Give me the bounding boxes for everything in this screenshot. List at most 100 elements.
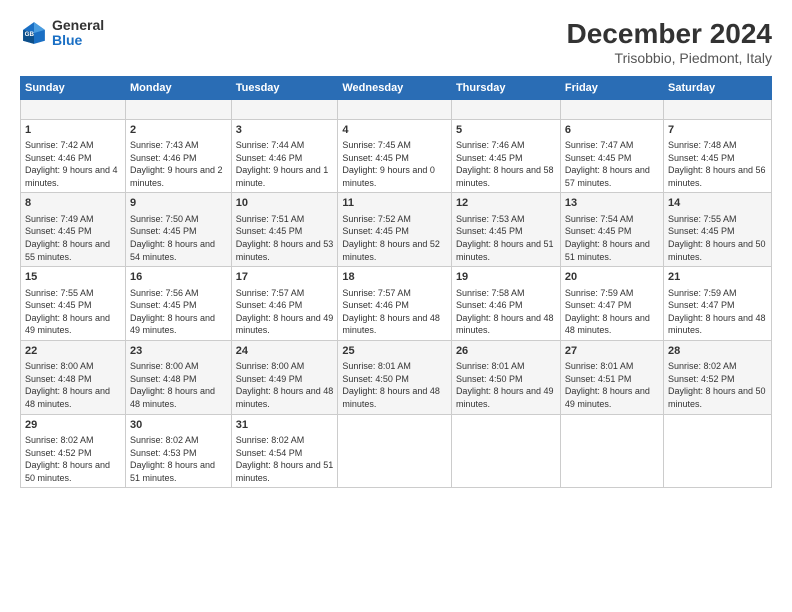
calendar-cell: 26Sunrise: 8:01 AMSunset: 4:50 PMDayligh… (451, 340, 560, 414)
cell-daylight: Daylight: 8 hours and 50 minutes. (25, 460, 110, 483)
cell-daylight: Daylight: 8 hours and 51 minutes. (565, 239, 650, 262)
calendar-cell: 15Sunrise: 7:55 AMSunset: 4:45 PMDayligh… (21, 267, 126, 341)
cell-daylight: Daylight: 9 hours and 4 minutes. (25, 165, 118, 188)
day-number: 24 (236, 344, 334, 359)
calendar-cell: 29Sunrise: 8:02 AMSunset: 4:52 PMDayligh… (21, 414, 126, 488)
day-number: 3 (236, 123, 334, 138)
day-number: 23 (130, 344, 227, 359)
day-number: 30 (130, 418, 227, 433)
cell-sunrise: Sunrise: 7:51 AM (236, 214, 305, 224)
col-sunday: Sunday (21, 77, 126, 100)
cell-sunrise: Sunrise: 7:52 AM (342, 214, 411, 224)
day-number: 21 (668, 270, 767, 285)
cell-sunset: Sunset: 4:48 PM (25, 374, 92, 384)
cell-sunrise: Sunrise: 7:53 AM (456, 214, 525, 224)
calendar-cell (451, 100, 560, 120)
cell-sunset: Sunset: 4:45 PM (565, 226, 632, 236)
cell-daylight: Daylight: 8 hours and 50 minutes. (668, 386, 766, 409)
calendar-week-4: 22Sunrise: 8:00 AMSunset: 4:48 PMDayligh… (21, 340, 772, 414)
cell-daylight: Daylight: 9 hours and 2 minutes. (130, 165, 223, 188)
day-number: 6 (565, 123, 659, 138)
cell-sunrise: Sunrise: 7:42 AM (25, 140, 94, 150)
cell-sunset: Sunset: 4:45 PM (668, 153, 735, 163)
cell-sunset: Sunset: 4:51 PM (565, 374, 632, 384)
calendar-cell: 10Sunrise: 7:51 AMSunset: 4:45 PMDayligh… (231, 193, 338, 267)
calendar-cell: 31Sunrise: 8:02 AMSunset: 4:54 PMDayligh… (231, 414, 338, 488)
calendar-cell: 1 Sunrise: 7:42 AM Sunset: 4:46 PM Daylight… (21, 119, 126, 193)
cell-sunset: Sunset: 4:52 PM (668, 374, 735, 384)
calendar-cell: 12Sunrise: 7:53 AMSunset: 4:45 PMDayligh… (451, 193, 560, 267)
cell-daylight: Daylight: 8 hours and 49 minutes. (130, 313, 215, 336)
calendar-cell (231, 100, 338, 120)
calendar-cell: 16Sunrise: 7:56 AMSunset: 4:45 PMDayligh… (126, 267, 232, 341)
day-number: 26 (456, 344, 556, 359)
cell-sunset: Sunset: 4:45 PM (236, 226, 303, 236)
calendar-cell: 9Sunrise: 7:50 AMSunset: 4:45 PMDaylight… (126, 193, 232, 267)
calendar-cell: 3Sunrise: 7:44 AMSunset: 4:46 PMDaylight… (231, 119, 338, 193)
cell-daylight: Daylight: 8 hours and 48 minutes. (342, 386, 440, 409)
cell-sunrise: Sunrise: 7:48 AM (668, 140, 737, 150)
day-number: 14 (668, 196, 767, 211)
calendar-week-5: 29Sunrise: 8:02 AMSunset: 4:52 PMDayligh… (21, 414, 772, 488)
day-number: 19 (456, 270, 556, 285)
cell-daylight: Daylight: 8 hours and 57 minutes. (565, 165, 650, 188)
cell-daylight: Daylight: 8 hours and 48 minutes. (25, 386, 110, 409)
calendar-cell: 30Sunrise: 8:02 AMSunset: 4:53 PMDayligh… (126, 414, 232, 488)
cell-sunset: Sunset: 4:52 PM (25, 448, 92, 458)
cell-sunset: Sunset: 4:45 PM (342, 153, 409, 163)
day-number: 1 (25, 123, 121, 138)
cell-sunset: Sunset: 4:49 PM (236, 374, 303, 384)
cell-sunrise: Sunrise: 8:01 AM (565, 361, 634, 371)
header-row: Sunday Monday Tuesday Wednesday Thursday… (21, 77, 772, 100)
calendar-cell: 2Sunrise: 7:43 AMSunset: 4:46 PMDaylight… (126, 119, 232, 193)
day-number: 15 (25, 270, 121, 285)
day-number: 27 (565, 344, 659, 359)
cell-sunset: Sunset: 4:48 PM (130, 374, 197, 384)
calendar-week-0 (21, 100, 772, 120)
cell-daylight: Daylight: 9 hours and 0 minutes. (342, 165, 435, 188)
cell-sunset: Sunset: 4:45 PM (25, 226, 92, 236)
day-number: 25 (342, 344, 447, 359)
cell-sunset: Sunset: 4:45 PM (25, 300, 92, 310)
cell-daylight: Daylight: 8 hours and 52 minutes. (342, 239, 440, 262)
logo: GB General Blue (20, 18, 104, 49)
cell-sunrise: Sunrise: 7:55 AM (25, 288, 94, 298)
page: GB General Blue December 2024 Trisobbio,… (0, 0, 792, 612)
cell-daylight: Daylight: 8 hours and 48 minutes. (668, 313, 766, 336)
day-number: 7 (668, 123, 767, 138)
cell-daylight: Daylight: 8 hours and 48 minutes. (342, 313, 440, 336)
day-number: 20 (565, 270, 659, 285)
cell-daylight: Daylight: 8 hours and 55 minutes. (25, 239, 110, 262)
cell-sunrise: Sunrise: 7:59 AM (565, 288, 634, 298)
day-number: 18 (342, 270, 447, 285)
cell-sunset: Sunset: 4:46 PM (342, 300, 409, 310)
cell-sunrise: Sunrise: 8:02 AM (25, 435, 94, 445)
calendar-cell (560, 414, 663, 488)
calendar-cell: 28Sunrise: 8:02 AMSunset: 4:52 PMDayligh… (663, 340, 771, 414)
cell-sunrise: Sunrise: 7:56 AM (130, 288, 199, 298)
day-number: 2 (130, 123, 227, 138)
cell-daylight: Daylight: 8 hours and 49 minutes. (456, 386, 554, 409)
calendar-week-3: 15 Sunrise: 7:55 AM Sunset: 4:45 PM Dayligh… (21, 267, 772, 341)
day-number: 31 (236, 418, 334, 433)
cell-daylight: Daylight: 8 hours and 48 minutes. (456, 313, 554, 336)
day-number: 4 (342, 123, 447, 138)
cell-sunrise: Sunrise: 8:01 AM (342, 361, 411, 371)
calendar-cell (21, 100, 126, 120)
cell-sunrise: Sunrise: 7:57 AM (236, 288, 305, 298)
cell-sunrise: Sunrise: 7:49 AM (25, 214, 94, 224)
cell-sunset: Sunset: 4:50 PM (342, 374, 409, 384)
subtitle: Trisobbio, Piedmont, Italy (567, 50, 772, 66)
cell-sunrise: Sunrise: 7:45 AM (342, 140, 411, 150)
cell-daylight: Daylight: 8 hours and 58 minutes. (456, 165, 554, 188)
day-number: 17 (236, 270, 334, 285)
cell-sunset: Sunset: 4:45 PM (456, 153, 523, 163)
cell-sunset: Sunset: 4:46 PM (25, 153, 92, 163)
calendar-cell: 24Sunrise: 8:00 AMSunset: 4:49 PMDayligh… (231, 340, 338, 414)
day-number: 16 (130, 270, 227, 285)
cell-daylight: Daylight: 8 hours and 51 minutes. (236, 460, 334, 483)
calendar-cell: 20Sunrise: 7:59 AMSunset: 4:47 PMDayligh… (560, 267, 663, 341)
calendar-cell: 22Sunrise: 8:00 AMSunset: 4:48 PMDayligh… (21, 340, 126, 414)
calendar-cell: 14Sunrise: 7:55 AMSunset: 4:45 PMDayligh… (663, 193, 771, 267)
calendar-cell: 19Sunrise: 7:58 AMSunset: 4:46 PMDayligh… (451, 267, 560, 341)
